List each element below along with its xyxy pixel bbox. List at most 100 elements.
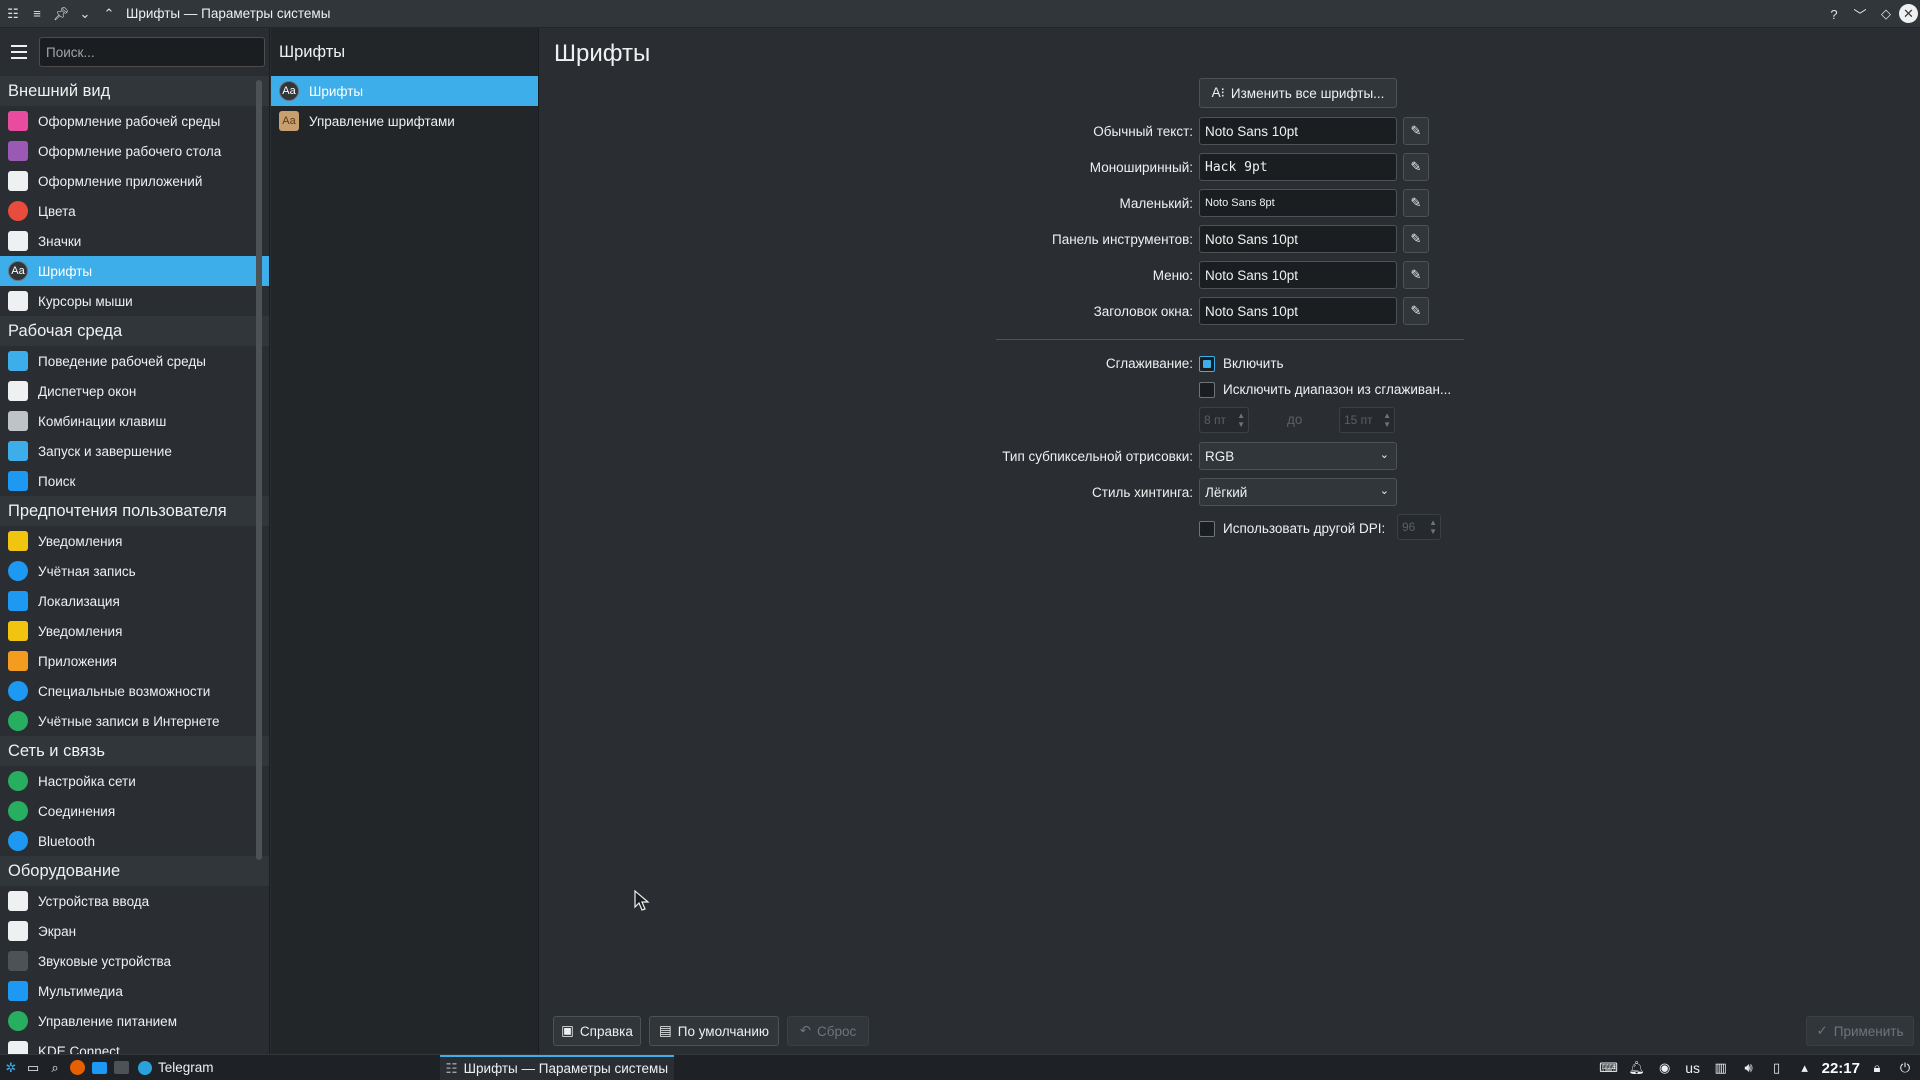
sidebar-item[interactable]: Диспетчер окон [0,376,269,406]
edit-toolbar-font-button[interactable]: ✎ [1403,225,1429,253]
sidebar-item-label: Учётные записи в Интернете [38,713,220,729]
pin-icon[interactable]: 📌︎ [50,3,72,25]
sidebar-item[interactable]: Специальные возможности [0,676,269,706]
hamburger-menu-icon[interactable]: ≡ [26,3,48,25]
sidebar-item[interactable]: Управление питанием [0,1006,269,1036]
power-icon[interactable]: ⏻ [1894,1057,1916,1079]
sidebar-scrollbar[interactable] [256,80,262,860]
subcategory-item-fonts[interactable]: Aa Шрифты [271,76,538,106]
sidebar-item[interactable]: Оформление рабочего стола [0,136,269,166]
search-input[interactable]: Поиск... [39,37,265,67]
mouse-cursor-icon [8,291,28,311]
task-system-settings[interactable]: ☷ Шрифты — Параметры системы [439,1054,675,1080]
sidebar-item[interactable]: Aa Шрифты [0,256,269,286]
sidebar-item[interactable]: Уведомления [0,526,269,556]
font-row-label: Маленький: [1119,196,1193,211]
terminal-tray-icon[interactable]: ⌨︎ [1598,1057,1620,1079]
keep-below-icon[interactable]: ⌄ [74,3,96,25]
sidebar-item[interactable]: Локализация [0,586,269,616]
sidebar-item-label: Уведомления [38,533,123,549]
volume-icon[interactable]: 🔊︎ [1738,1057,1760,1079]
sidebar-item[interactable]: Экран [0,916,269,946]
sidebar-item[interactable]: Оформление рабочей среды [0,106,269,136]
change-all-fonts-button[interactable]: A⁝ Изменить все шрифты... [1199,78,1397,108]
reset-button[interactable]: ↶ Сброс [787,1016,869,1046]
defaults-button[interactable]: ▤ По умолчанию [649,1016,779,1046]
sidebar-item[interactable]: Уведомления [0,616,269,646]
sidebar-item[interactable]: Цвета [0,196,269,226]
apply-button[interactable]: ✓ Применить [1806,1016,1914,1046]
sidebar-item[interactable]: Комбинации клавиш [0,406,269,436]
sidebar-item[interactable]: Соединения [0,796,269,826]
terminal-icon[interactable] [110,1057,132,1079]
sidebar-item[interactable]: Поведение рабочей среды [0,346,269,376]
keyboard-layout[interactable]: us [1682,1057,1704,1079]
edit-fixed-font-button[interactable]: ✎ [1403,153,1429,181]
sidebar-item[interactable]: Курсоры мыши [0,286,269,316]
search-settings-icon [8,471,28,491]
hinting-select[interactable]: Лёгкий ⌄ [1199,478,1397,506]
sidebar-menu-icon[interactable] [8,41,30,63]
help-icon[interactable]: ? [1823,3,1845,25]
maximize-icon[interactable]: ◇ [1875,3,1897,25]
edit-window-title-font-button[interactable]: ✎ [1403,297,1429,325]
edit-icon: ✎ [1410,231,1422,246]
notifications-tray-icon[interactable]: 🔔︎ [1626,1057,1648,1079]
chevron-down-icon: ⌄ [1379,449,1389,461]
subcategory-item-font-management[interactable]: Aa Управление шрифтами [271,106,538,136]
help-button[interactable]: ▣ Справка [553,1016,641,1046]
battery-icon[interactable]: ▯ [1766,1057,1788,1079]
search-icon[interactable]: ⌕ [44,1057,66,1079]
sidebar-item[interactable]: Bluetooth [0,826,269,856]
update-tray-icon[interactable]: ◉ [1654,1057,1676,1079]
firefox-icon[interactable] [66,1057,88,1079]
window-manager-icon [8,381,28,401]
sidebar-item[interactable]: Запуск и завершение [0,436,269,466]
notifications-icon [8,531,28,551]
toolbar-font-field: Noto Sans 10pt [1199,225,1397,253]
subcategory-title: Шрифты [279,42,346,61]
small-font-field: Noto Sans 8pt [1199,189,1397,217]
force-dpi-label: Использовать другой DPI: [1223,521,1386,536]
separator [996,339,1464,340]
network-tray-icon[interactable]: ▥ [1710,1057,1732,1079]
sidebar-item[interactable]: Приложения [0,646,269,676]
sidebar: Поиск... Внешний вид Оформление рабочей с… [0,28,270,1054]
lock-screen-icon[interactable]: 🔒︎ [1866,1057,1888,1079]
spin-arrows-icon: ▲ ▼ [1429,518,1437,536]
file-manager-icon[interactable] [88,1057,110,1079]
font-labels: Обычный текст: Моноширинный: Маленький: … [790,28,1193,528]
sidebar-item[interactable]: Поиск [0,466,269,496]
sidebar-item[interactable]: KDE Connect [0,1036,269,1054]
task-telegram[interactable]: Telegram [132,1055,220,1080]
sidebar-item[interactable]: Учётная запись [0,556,269,586]
force-dpi-checkbox[interactable] [1199,521,1215,537]
sidebar-item[interactable]: Мультимедиа [0,976,269,1006]
clock[interactable]: 22:17 [1822,1060,1860,1077]
subpixel-select[interactable]: RGB ⌄ [1199,442,1397,470]
window-title: Шрифты — Параметры системы [126,6,331,21]
show-desktop-icon[interactable]: ▭ [22,1057,44,1079]
sidebar-item-label: Поиск [38,473,76,489]
range-from-spinbox: 8 пт ▲ ▼ [1199,407,1249,433]
minimize-icon[interactable]: ﹀ [1849,3,1871,25]
sidebar-item[interactable]: Настройка сети [0,766,269,796]
window-menu-icon[interactable]: ☷ [2,3,24,25]
sidebar-item[interactable]: Значки [0,226,269,256]
antialiasing-checkbox[interactable] [1199,356,1215,372]
sidebar-item[interactable]: Устройства ввода [0,886,269,916]
sidebar-item[interactable]: Учётные записи в Интернете [0,706,269,736]
spin-arrows-icon: ▲ ▼ [1383,411,1391,429]
page-title: Шрифты [554,40,651,67]
window-title-font-field: Noto Sans 10pt [1199,297,1397,325]
edit-general-font-button[interactable]: ✎ [1403,117,1429,145]
exclude-range-checkbox[interactable] [1199,382,1215,398]
app-launcher-icon[interactable]: ✲ [0,1057,22,1079]
sidebar-item[interactable]: Звуковые устройства [0,946,269,976]
keep-above-icon[interactable]: ⌃ [98,3,120,25]
close-icon[interactable]: ✕ [1899,4,1918,23]
expand-tray-icon[interactable]: ▴ [1794,1057,1816,1079]
edit-small-font-button[interactable]: ✎ [1403,189,1429,217]
edit-menu-font-button[interactable]: ✎ [1403,261,1429,289]
sidebar-item[interactable]: Оформление приложений [0,166,269,196]
